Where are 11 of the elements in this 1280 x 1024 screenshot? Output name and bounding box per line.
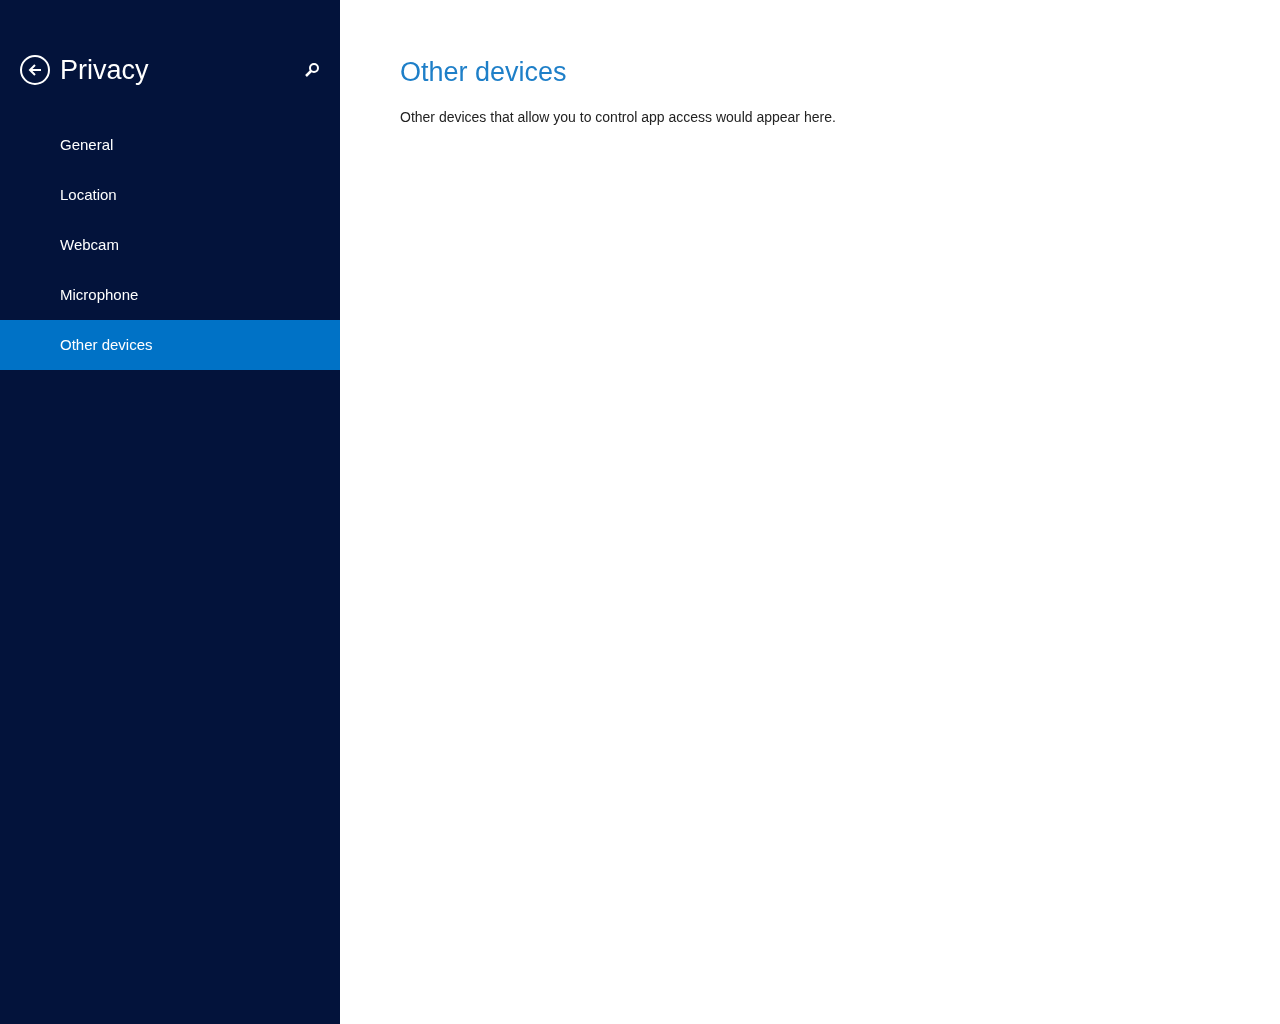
page-heading: Other devices [400, 56, 568, 89]
sidebar-item[interactable]: Microphone [0, 270, 340, 320]
back-arrow-icon [27, 62, 43, 78]
search-icon [304, 62, 320, 78]
sidebar-title: Privacy [60, 53, 149, 87]
sidebar-item[interactable]: Other devices [0, 320, 340, 370]
sidebar-item[interactable]: Webcam [0, 220, 340, 270]
description-text: Other devices that allow you to control app access would appear here. [400, 107, 837, 127]
sidebar-item[interactable]: Location [0, 170, 340, 220]
back-button[interactable] [20, 55, 50, 85]
sidebar-item[interactable]: General [0, 120, 340, 170]
